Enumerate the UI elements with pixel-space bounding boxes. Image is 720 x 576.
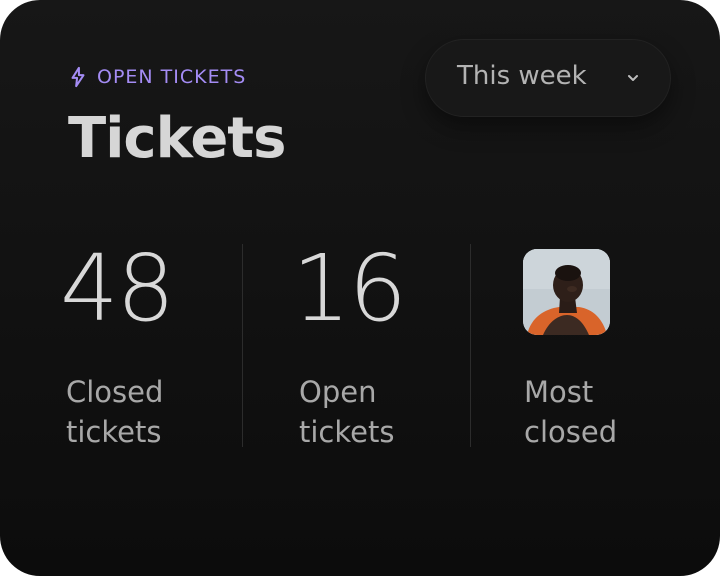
open-tickets-label-line2: tickets: [299, 415, 395, 449]
avatar-photo: [523, 249, 610, 335]
most-closed-label-line1: Most: [524, 375, 594, 409]
most-closed-label: Most closed: [524, 372, 694, 452]
stat-divider: [470, 244, 471, 447]
closed-tickets-value: 48: [60, 235, 175, 342]
chevron-down-icon: [625, 70, 641, 90]
eyebrow-label: OPEN TICKETS: [97, 66, 247, 88]
card-title: Tickets: [68, 106, 286, 171]
closed-tickets-label-line1: Closed: [66, 375, 164, 409]
stat-divider: [242, 244, 243, 447]
open-tickets-value: 16: [292, 235, 407, 342]
most-closed-avatar[interactable]: [523, 249, 610, 335]
open-tickets-label-line1: Open: [299, 375, 377, 409]
most-closed-label-line2: closed: [524, 415, 618, 449]
open-tickets-label: Open tickets: [299, 372, 469, 452]
closed-tickets-label-line2: tickets: [66, 415, 162, 449]
tickets-card: OPEN TICKETS Tickets This week 48 Closed…: [0, 0, 720, 576]
closed-tickets-label: Closed tickets: [66, 372, 236, 452]
period-select[interactable]: This week: [425, 39, 671, 117]
card-eyebrow: OPEN TICKETS: [67, 66, 246, 88]
period-select-value: This week: [457, 61, 587, 91]
sparkle-icon: [67, 66, 89, 88]
